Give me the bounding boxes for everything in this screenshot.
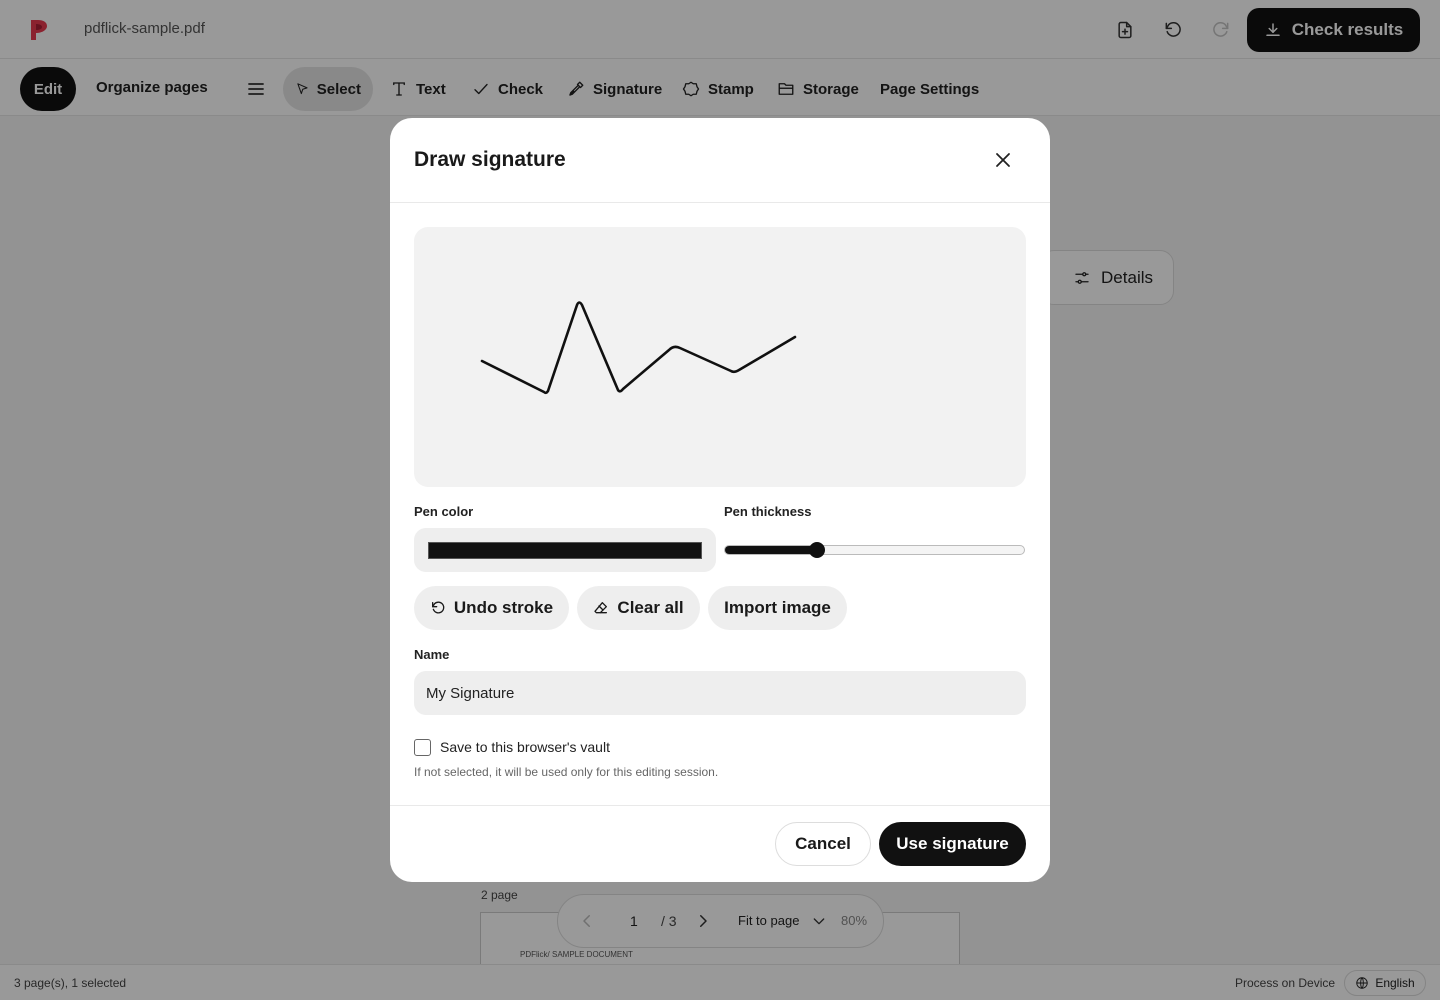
name-label: Name (414, 647, 450, 662)
divider (390, 805, 1050, 806)
cancel-button[interactable]: Cancel (775, 822, 871, 866)
pen-color-picker[interactable] (414, 528, 716, 572)
clear-all-label: Clear all (617, 598, 684, 617)
slider-thumb[interactable] (809, 542, 826, 558)
pen-color-swatch (428, 542, 702, 559)
signature-name-input[interactable] (414, 671, 1026, 715)
use-signature-button[interactable]: Use signature (879, 822, 1026, 866)
undo-icon (431, 601, 445, 614)
slider-fill (725, 546, 819, 554)
save-hint-text: If not selected, it will be used only fo… (414, 765, 719, 779)
undo-stroke-label: Undo stroke (453, 598, 554, 617)
pen-thickness-label: Pen thickness (724, 504, 812, 519)
eraser-icon (594, 602, 608, 614)
pen-color-label: Pen color (414, 504, 474, 519)
draw-signature-dialog: Draw signature Pen color Pen thickness U… (390, 118, 1050, 882)
signature-stroke (480, 301, 797, 395)
import-image-button[interactable]: Import image (708, 586, 847, 630)
import-image-label: Import image (724, 598, 831, 617)
signature-canvas[interactable] (414, 227, 1026, 487)
save-to-vault-checkbox[interactable] (414, 739, 431, 756)
close-icon[interactable] (991, 148, 1015, 172)
divider (390, 202, 1050, 203)
clear-all-button[interactable]: Clear all (577, 586, 700, 630)
undo-stroke-button[interactable]: Undo stroke (414, 586, 569, 630)
save-to-vault-label[interactable]: Save to this browser's vault (440, 739, 610, 755)
pen-thickness-slider[interactable] (724, 545, 1025, 555)
dialog-title: Draw signature (414, 148, 566, 171)
